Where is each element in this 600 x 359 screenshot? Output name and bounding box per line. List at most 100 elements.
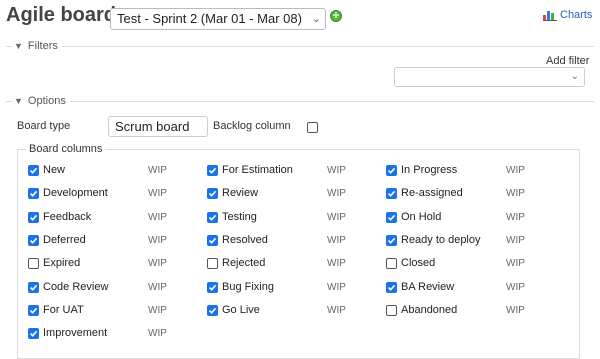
- checkbox-box: [28, 187, 39, 199]
- wip-limit-field[interactable]: WIP: [148, 212, 167, 223]
- check-icon: [208, 237, 217, 244]
- add-filter-label: Add filter: [546, 55, 590, 67]
- check-icon: [29, 167, 38, 174]
- wip-limit-field[interactable]: WIP: [148, 328, 167, 339]
- board-column-label: Re-assigned: [401, 187, 463, 199]
- wip-limit-field[interactable]: WIP: [327, 258, 346, 269]
- board-column-checkbox[interactable]: Rejected: [207, 257, 265, 269]
- board-column-label: Ready to deploy: [401, 234, 481, 246]
- board-column-label: BA Review: [401, 281, 455, 293]
- board-column-checkbox[interactable]: Ready to deploy: [386, 234, 481, 246]
- check-icon: [208, 284, 217, 291]
- board-column-checkbox[interactable]: Deferred: [28, 234, 86, 246]
- board-column-label: Expired: [43, 257, 81, 269]
- board-column-checkbox[interactable]: Review: [207, 187, 258, 199]
- bar-chart-icon: [543, 11, 557, 21]
- board-column-label: Abandoned: [401, 304, 458, 316]
- backlog-column-checkbox[interactable]: [307, 120, 318, 138]
- checkbox-box: [207, 304, 218, 316]
- check-icon: [387, 214, 396, 221]
- wip-limit-field[interactable]: WIP: [506, 282, 525, 293]
- board-type-value: Scrum board: [115, 119, 190, 134]
- checkbox-box: [28, 234, 39, 246]
- charts-link[interactable]: Charts: [543, 9, 592, 21]
- check-icon: [208, 167, 217, 174]
- board-column-checkbox[interactable]: Bug Fixing: [207, 281, 274, 293]
- wip-limit-field[interactable]: WIP: [148, 282, 167, 293]
- checkbox-box: [307, 122, 318, 133]
- board-column-checkbox[interactable]: For Estimation: [207, 164, 293, 176]
- checkbox-box: [386, 211, 397, 223]
- check-icon: [208, 307, 217, 314]
- board-type-select[interactable]: Scrum board: [108, 116, 208, 137]
- checkbox-box: [386, 257, 397, 269]
- check-icon: [29, 190, 38, 197]
- board-column-checkbox[interactable]: Resolved: [207, 234, 268, 246]
- options-toggle[interactable]: ▼ Options: [14, 95, 66, 107]
- checkbox-box: [386, 234, 397, 246]
- board-column-checkbox[interactable]: Abandoned: [386, 304, 457, 316]
- board-column-checkbox[interactable]: In Progress: [386, 164, 457, 176]
- check-icon: [387, 190, 396, 197]
- filters-rule-right: [62, 46, 594, 47]
- board-column-label: Testing: [222, 211, 257, 223]
- board-column-checkbox[interactable]: Expired: [28, 257, 80, 269]
- board-column-checkbox[interactable]: Development: [28, 187, 108, 199]
- wip-limit-field[interactable]: WIP: [506, 212, 525, 223]
- wip-limit-field[interactable]: WIP: [327, 212, 346, 223]
- check-icon: [29, 307, 38, 314]
- filters-rule-left: [6, 46, 12, 47]
- sprint-select-value: Test - Sprint 2 (Mar 01 - Mar 08): [117, 11, 302, 26]
- board-column-checkbox[interactable]: Code Review: [28, 281, 108, 293]
- wip-limit-field[interactable]: WIP: [506, 165, 525, 176]
- wip-limit-field[interactable]: WIP: [506, 235, 525, 246]
- board-type-label: Board type: [17, 120, 71, 132]
- check-icon: [387, 167, 396, 174]
- board-column-checkbox[interactable]: New: [28, 164, 65, 176]
- wip-limit-field[interactable]: WIP: [327, 282, 346, 293]
- wip-limit-field[interactable]: WIP: [148, 188, 167, 199]
- wip-limit-field[interactable]: WIP: [148, 235, 167, 246]
- board-column-checkbox[interactable]: Feedback: [28, 211, 91, 223]
- check-icon: [29, 284, 38, 291]
- sprint-select[interactable]: Test - Sprint 2 (Mar 01 - Mar 08) ⌄: [110, 8, 326, 30]
- checkbox-box: [28, 327, 39, 339]
- board-column-checkbox[interactable]: Improvement: [28, 327, 107, 339]
- chevron-down-icon: ⌄: [570, 71, 579, 82]
- filters-legend: Filters: [27, 40, 58, 52]
- backlog-column-label: Backlog column: [213, 120, 291, 132]
- check-icon: [29, 330, 38, 337]
- checkbox-box: [207, 164, 218, 176]
- check-icon: [29, 237, 38, 244]
- board-column-checkbox[interactable]: For UAT: [28, 304, 84, 316]
- board-column-label: On Hold: [401, 211, 442, 223]
- filters-toggle[interactable]: ▼ Filters: [14, 40, 58, 52]
- wip-limit-field[interactable]: WIP: [506, 188, 525, 199]
- checkbox-box: [386, 164, 397, 176]
- checkbox-box: [28, 164, 39, 176]
- check-icon: [208, 190, 217, 197]
- wip-limit-field[interactable]: WIP: [327, 165, 346, 176]
- check-icon: [387, 284, 396, 291]
- check-icon: [208, 214, 217, 221]
- wip-limit-field[interactable]: WIP: [148, 258, 167, 269]
- wip-limit-field[interactable]: WIP: [327, 188, 346, 199]
- wip-limit-field[interactable]: WIP: [327, 235, 346, 246]
- add-sprint-button[interactable]: +: [330, 10, 342, 22]
- add-filter-select[interactable]: ⌄: [394, 67, 585, 87]
- wip-limit-field[interactable]: WIP: [327, 305, 346, 316]
- wip-limit-field[interactable]: WIP: [506, 258, 525, 269]
- board-column-checkbox[interactable]: Testing: [207, 211, 257, 223]
- board-columns-legend: Board columns: [26, 143, 106, 155]
- page-title: Agile board: [6, 4, 117, 26]
- wip-limit-field[interactable]: WIP: [148, 305, 167, 316]
- board-column-checkbox[interactable]: Closed: [386, 257, 435, 269]
- board-column-checkbox[interactable]: Re-assigned: [386, 187, 463, 199]
- options-rule-left: [6, 101, 12, 102]
- board-column-label: Development: [43, 187, 108, 199]
- wip-limit-field[interactable]: WIP: [506, 305, 525, 316]
- wip-limit-field[interactable]: WIP: [148, 165, 167, 176]
- board-column-checkbox[interactable]: On Hold: [386, 211, 441, 223]
- board-column-checkbox[interactable]: Go Live: [207, 304, 260, 316]
- board-column-checkbox[interactable]: BA Review: [386, 281, 454, 293]
